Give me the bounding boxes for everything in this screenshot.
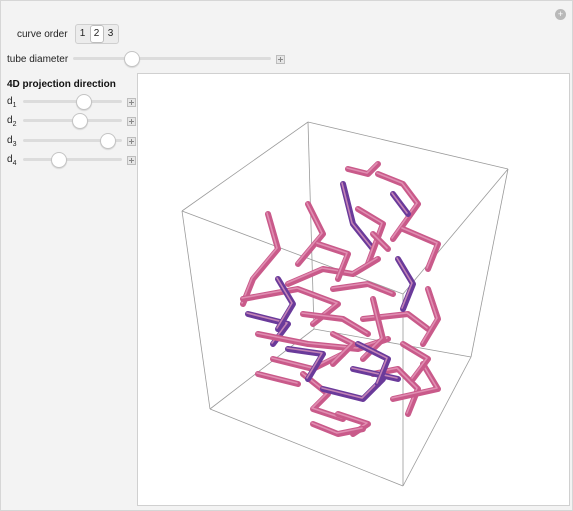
d1-expand-icon[interactable] [127, 97, 136, 107]
d2-label: d2 [7, 114, 17, 128]
curve-order-row: curve order 1 2 3 [17, 24, 119, 44]
box-edge [402, 168, 509, 295]
tube-diameter-row: tube diameter [7, 51, 285, 67]
d3-slider[interactable] [23, 133, 122, 149]
curve-order-option-2[interactable]: 2 [89, 25, 104, 43]
d2-expand-icon[interactable] [127, 116, 136, 126]
tube-segment [295, 201, 326, 267]
slider-thumb[interactable] [100, 133, 117, 149]
box-edge [209, 408, 404, 487]
box-edge [470, 168, 509, 358]
reset-plus-icon[interactable]: + [555, 9, 566, 20]
d3-expand-icon[interactable] [127, 136, 136, 146]
d2-slider[interactable] [23, 113, 122, 129]
projection-section-title: 4D projection direction [7, 79, 116, 90]
d1-slider[interactable] [23, 94, 122, 110]
tube-segment [240, 211, 281, 307]
tube-diameter-label: tube diameter [7, 53, 69, 65]
tube-highlight [391, 192, 408, 214]
slider-track [73, 57, 271, 60]
slider-thumb[interactable] [124, 51, 141, 67]
slider-track [23, 100, 122, 103]
box-edge [181, 210, 211, 410]
curve-order-option-1[interactable]: 1 [76, 25, 90, 43]
d4-label: d4 [7, 153, 17, 167]
d3-row: d3 [7, 133, 136, 149]
manipulate-panel: + curve order 1 2 3 tube diameter 4D pro… [0, 0, 573, 511]
d1-row: d1 [7, 94, 136, 110]
tube-segment [400, 226, 441, 272]
box-edge [307, 121, 315, 330]
tube-diameter-slider[interactable] [73, 51, 271, 67]
curve-order-setter: 1 2 3 [74, 24, 119, 44]
3d-graphics-view[interactable] [137, 73, 570, 506]
box-edge [307, 121, 509, 170]
d4-slider[interactable] [23, 152, 122, 168]
slider-thumb[interactable] [72, 113, 89, 129]
tube-diameter-expand-icon[interactable] [276, 54, 285, 64]
curve-order-label: curve order [17, 28, 68, 40]
d2-row: d2 [7, 113, 136, 129]
slider-thumb[interactable] [50, 152, 67, 168]
curve-order-option-3[interactable]: 3 [104, 25, 118, 43]
d3-label: d3 [7, 134, 17, 148]
slider-thumb[interactable] [76, 94, 93, 110]
tube-curve [240, 161, 441, 437]
d1-label: d1 [7, 95, 17, 109]
d4-row: d4 [7, 152, 136, 168]
slider-track [23, 158, 122, 161]
box-edge [181, 121, 309, 212]
hilbert-curve-render [181, 121, 509, 487]
d4-expand-icon[interactable] [127, 155, 136, 165]
